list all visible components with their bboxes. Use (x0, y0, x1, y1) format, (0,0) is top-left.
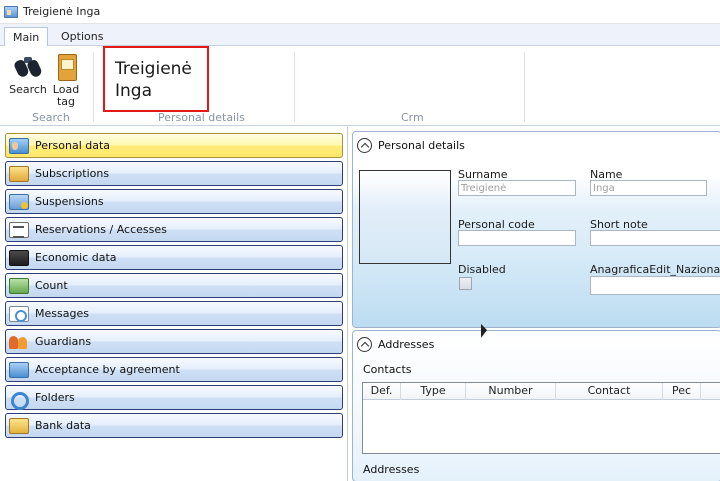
disabled-label: Disabled (458, 263, 506, 276)
nav-item-count[interactable]: Count (5, 273, 343, 298)
nav-item-label: Personal data (35, 139, 111, 152)
money-icon (9, 277, 29, 294)
wallet-icon (9, 249, 29, 266)
suspension-icon (9, 193, 29, 210)
column-header[interactable]: Type (401, 383, 466, 400)
nav-item-label: Messages (35, 307, 89, 320)
column-header[interactable]: Pec (663, 383, 701, 400)
personal-details-header[interactable]: Personal details (357, 137, 465, 153)
nav-item-reservations-accesses[interactable]: Reservations / Accesses (5, 217, 343, 242)
short-note-field[interactable] (590, 230, 720, 246)
group-separator (524, 52, 525, 122)
nav-item-acceptance-by-agreement[interactable]: Acceptance by agreement (5, 357, 343, 382)
binoculars-icon (14, 52, 42, 82)
panel-title: Personal details (378, 138, 465, 152)
load-tag-button[interactable]: Load tag (46, 50, 86, 108)
tab-main[interactable]: Main (4, 27, 49, 47)
group-label-personal-details: Personal details (158, 111, 245, 124)
column-header[interactable]: Contact (556, 383, 663, 400)
nav-item-label: Economic data (35, 251, 117, 264)
search-button-label: Search (9, 83, 47, 96)
chevron-up-icon[interactable] (357, 137, 372, 153)
left-navigation: Personal data Subscriptions Suspensions … (0, 127, 348, 481)
message-icon (9, 305, 29, 322)
nav-item-label: Acceptance by agreement (35, 363, 180, 376)
folder-icon (9, 390, 29, 410)
agreement-icon (9, 361, 29, 378)
nav-item-label: Reservations / Accesses (35, 223, 167, 236)
search-button[interactable]: Search (8, 50, 48, 96)
panel-title: Addresses (378, 337, 435, 351)
list-icon (9, 221, 29, 238)
ticket-icon (9, 165, 29, 182)
group-separator (294, 52, 295, 122)
nav-item-messages[interactable]: Messages (5, 301, 343, 326)
ribbon-tab-strip: Main Options (0, 24, 720, 47)
nav-item-bank-data[interactable]: Bank data (5, 413, 343, 438)
name-field[interactable] (590, 180, 707, 196)
bank-icon (9, 417, 29, 434)
nav-item-label: Suspensions (35, 195, 104, 208)
group-label-search: Search (32, 111, 70, 124)
addresses-panel: Addresses Contacts Def. Type Number Cont… (352, 330, 720, 481)
person-firstname-text: Inga (115, 81, 152, 101)
personal-details-panel: Personal details Surname Name Personal c… (352, 131, 720, 328)
addresses-header[interactable]: Addresses (357, 336, 434, 352)
nav-item-economic-data[interactable]: Economic data (5, 245, 343, 270)
guardians-icon (9, 334, 29, 350)
nav-item-label: Subscriptions (35, 167, 110, 180)
nav-item-folders[interactable]: Folders (5, 385, 343, 410)
contacts-grid-header: Def. Type Number Contact Pec (363, 383, 720, 400)
nav-item-personal-data[interactable]: Personal data (5, 133, 343, 158)
ribbon: Search Load tag Search Treigienė Inga Pe… (0, 46, 720, 126)
nav-item-subscriptions[interactable]: Subscriptions (5, 161, 343, 186)
column-header[interactable]: Number (466, 383, 556, 400)
personal-code-field[interactable] (458, 230, 576, 246)
group-separator (93, 52, 94, 122)
nav-item-guardians[interactable]: Guardians (5, 329, 343, 354)
nav-item-label: Folders (35, 391, 75, 404)
nav-item-suspensions[interactable]: Suspensions (5, 189, 343, 214)
surname-field[interactable] (458, 180, 576, 196)
nav-item-label: Count (35, 279, 68, 292)
person-card-icon (9, 137, 29, 154)
group-label-crm: Crm (401, 111, 424, 124)
window-title: Treigienė Inga (23, 5, 101, 18)
tab-options[interactable]: Options (53, 27, 111, 47)
nationality-field[interactable] (590, 276, 720, 295)
person-surname-text: Treigienė (115, 59, 192, 79)
column-header[interactable]: Def. (363, 383, 401, 400)
person-name-highlight: Treigienė Inga (103, 46, 209, 112)
chevron-up-icon[interactable] (357, 336, 372, 352)
contacts-grid[interactable]: Def. Type Number Contact Pec (362, 382, 720, 454)
disabled-checkbox[interactable] (459, 277, 472, 290)
load-tag-label-line2: tag (56, 95, 76, 108)
nav-item-label: Bank data (35, 419, 91, 432)
detail-area: Personal details Surname Name Personal c… (349, 127, 720, 481)
photo-placeholder[interactable] (359, 170, 451, 264)
nationality-label: AnagraficaEdit_Nazionalità (590, 263, 720, 276)
nav-item-label: Guardians (35, 335, 92, 348)
contacts-label: Contacts (363, 363, 412, 376)
window-titlebar: Treigienė Inga (0, 0, 720, 24)
addresses-sub-label: Addresses (363, 463, 420, 476)
app-icon (4, 5, 18, 18)
tag-icon (55, 52, 77, 82)
